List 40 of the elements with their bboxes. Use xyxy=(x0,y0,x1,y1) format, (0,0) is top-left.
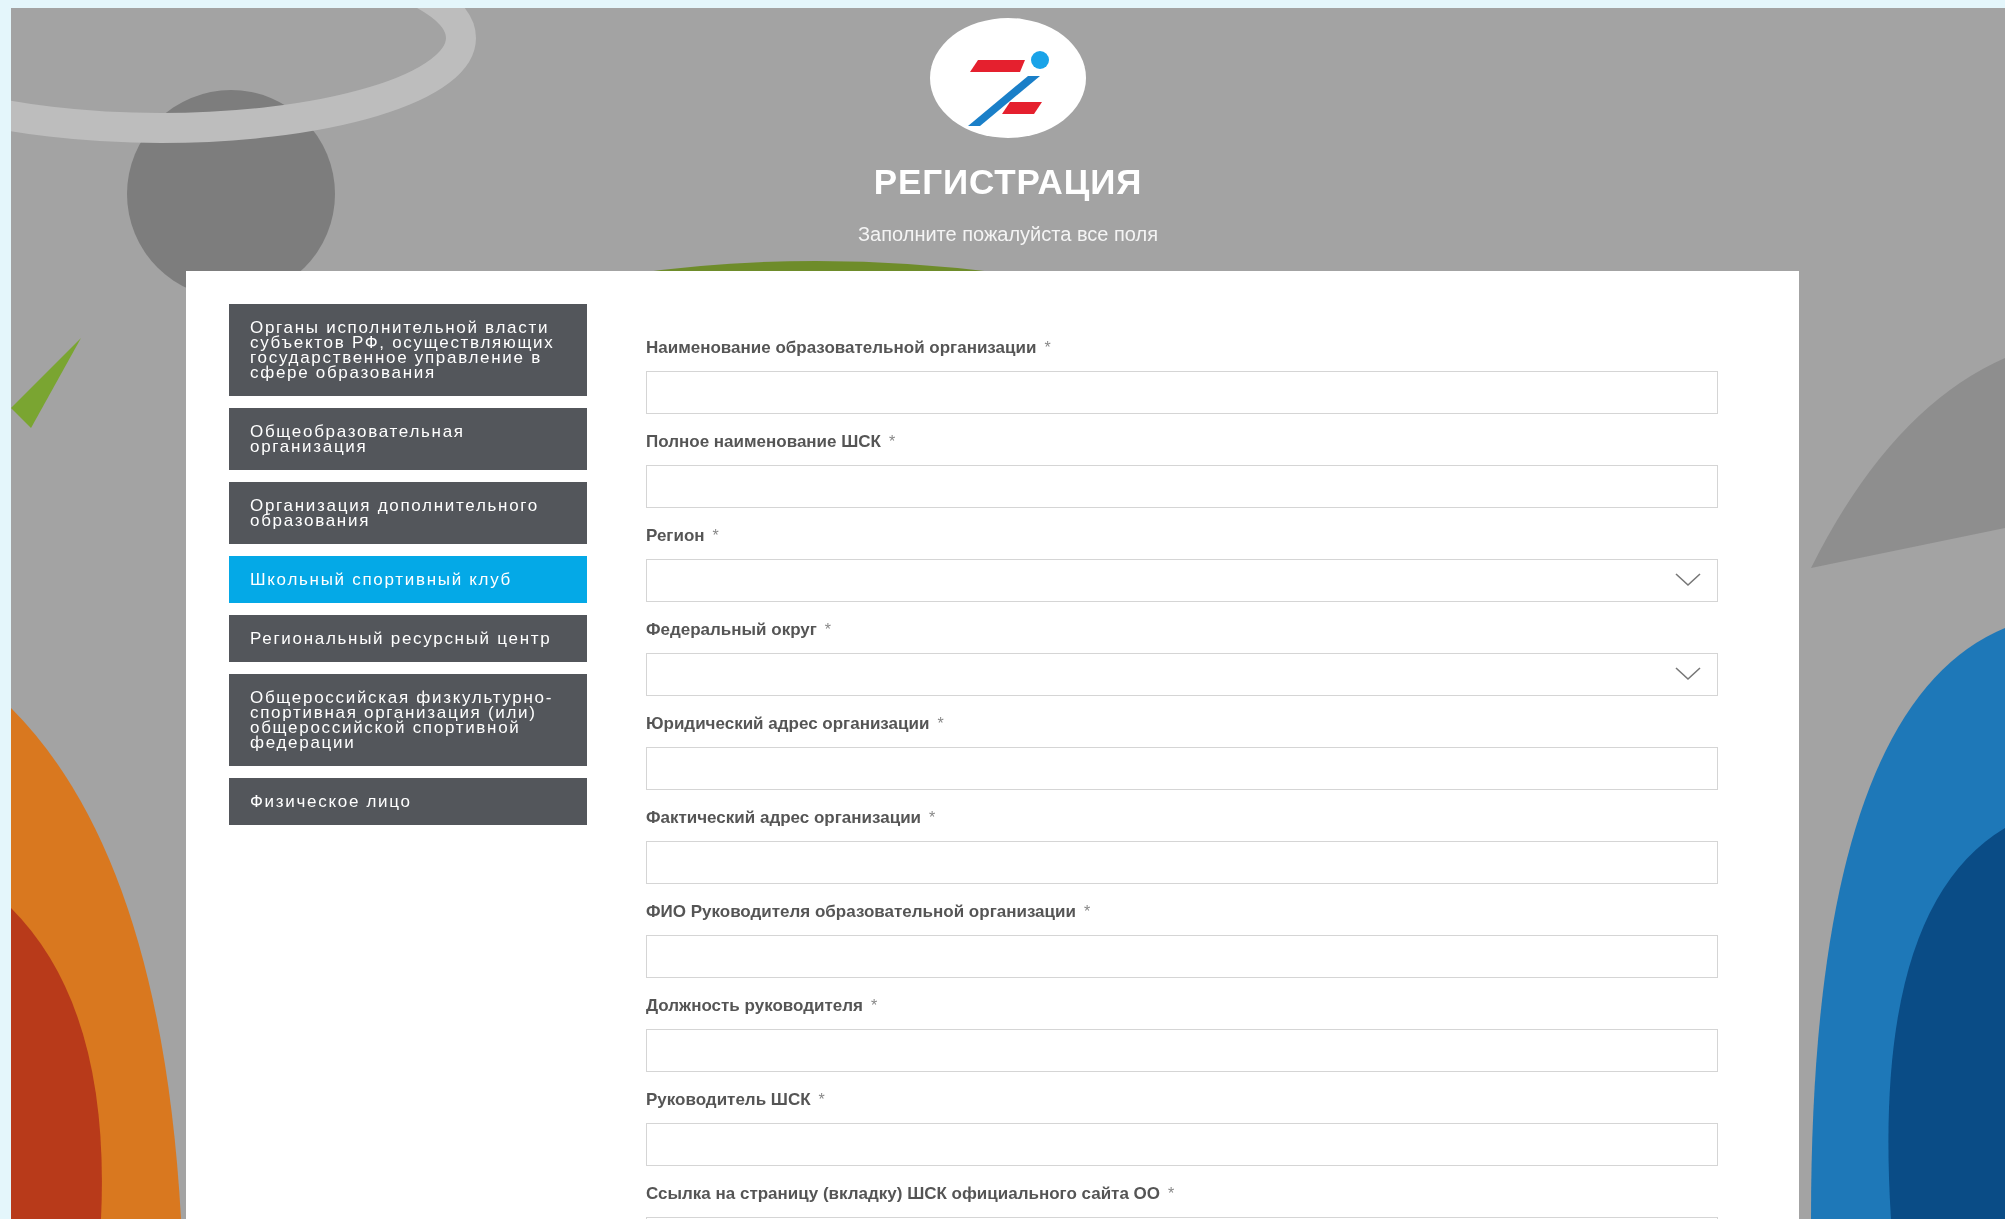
field-label: Юридический адрес организации xyxy=(646,713,930,734)
category-tab[interactable]: Общероссийская физкультурно-спортивная организация (или) общероссийской спортивной федерации xyxy=(229,673,587,766)
category-tab[interactable]: Региональный ресурсный центр xyxy=(229,614,587,662)
required-mark: * xyxy=(929,807,936,828)
required-mark: * xyxy=(1083,901,1091,922)
dropdown-field[interactable] xyxy=(646,558,1718,602)
category-tab[interactable]: Общеобразовательная организация xyxy=(229,407,587,470)
text-field[interactable] xyxy=(646,934,1718,978)
category-tab[interactable]: Организация дополнительного образования xyxy=(229,481,587,544)
required-mark: * xyxy=(1044,337,1051,358)
page-title: РЕГИСТРАЦИЯ xyxy=(873,161,1143,203)
category-tab[interactable]: Органы исполнительной власти субъектов РФ, осуществляющих государственное управление в сфере образования xyxy=(229,303,587,396)
field-label: Федеральный округ xyxy=(646,619,817,640)
text-field[interactable] xyxy=(646,370,1718,414)
text-field[interactable] xyxy=(646,746,1718,790)
required-mark: * xyxy=(889,431,896,452)
field-label: Фактический адрес организации xyxy=(646,807,922,828)
text-field[interactable] xyxy=(646,840,1718,884)
field-label: Наименование образовательной организации xyxy=(646,337,1037,358)
text-field[interactable] xyxy=(646,1028,1718,1072)
page-subtitle: Заполните пожалуйста все поля xyxy=(858,221,1158,247)
field-label: ФИО Руководителя образовательной организации xyxy=(646,901,1076,922)
field-label: Должность руководителя xyxy=(646,995,863,1016)
required-mark: * xyxy=(818,1089,825,1110)
text-field[interactable] xyxy=(646,464,1718,508)
chevron-down-icon xyxy=(1675,667,1701,681)
required-mark: * xyxy=(824,619,832,640)
required-mark: * xyxy=(712,525,719,546)
field-label: Ссылка на страницу (вкладку) ШСК официального сайта ОО xyxy=(646,1183,1161,1204)
field-label: Регион xyxy=(646,525,705,546)
required-mark: * xyxy=(1168,1183,1175,1204)
required-mark: * xyxy=(870,995,878,1016)
logo-icon xyxy=(930,18,1086,138)
text-field[interactable] xyxy=(646,1122,1718,1166)
category-tab[interactable]: Физическое лицо xyxy=(229,777,587,825)
field-label: Руководитель ШСК xyxy=(646,1089,811,1110)
required-mark: * xyxy=(937,713,944,734)
dropdown-field[interactable] xyxy=(646,652,1718,696)
field-label: Полное наименование ШСК xyxy=(646,431,881,452)
chevron-down-icon xyxy=(1675,573,1701,587)
